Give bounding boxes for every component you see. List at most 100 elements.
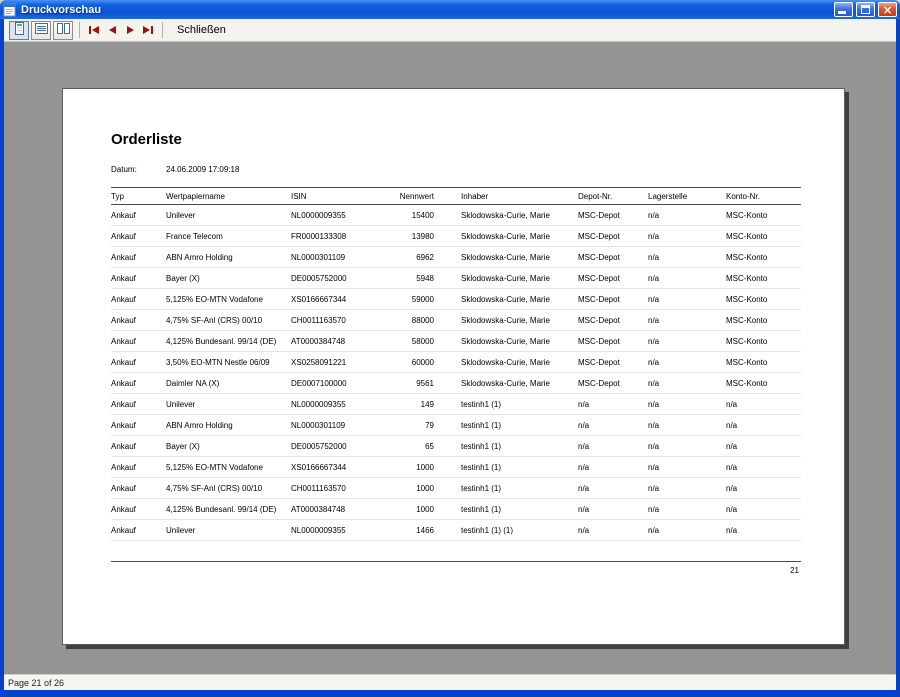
table-cell: 9561 [391, 373, 461, 394]
table-cell: MSC-Depot [578, 226, 648, 247]
table-cell: 6962 [391, 247, 461, 268]
table-cell: n/a [726, 394, 801, 415]
previous-page-button[interactable] [104, 21, 120, 40]
close-button[interactable]: × [878, 2, 897, 17]
whole-page-view-button[interactable] [9, 21, 29, 40]
table-cell: XS0166667344 [291, 289, 391, 310]
table-cell: DE0005752000 [291, 268, 391, 289]
table-cell: Unilever [166, 520, 291, 541]
table-cell: ABN Amro Holding [166, 247, 291, 268]
table-cell: 79 [391, 415, 461, 436]
table-row: Ankauf4,125% Bundesanl. 99/14 (DE)AT0000… [111, 331, 801, 352]
table-cell: n/a [726, 478, 801, 499]
table-cell: n/a [648, 394, 726, 415]
table-cell: n/a [648, 310, 726, 331]
minimize-icon [838, 11, 846, 14]
table-cell: n/a [578, 415, 648, 436]
table-cell: MSC-Depot [578, 268, 648, 289]
previous-page-icon [109, 26, 116, 34]
table-row: AnkaufABN Amro HoldingNL000030110979test… [111, 415, 801, 436]
table-cell: n/a [648, 478, 726, 499]
two-page-view-button[interactable] [53, 21, 73, 40]
table-cell: testinh1 (1) [461, 478, 578, 499]
table-cell: NL0000009355 [291, 205, 391, 226]
table-cell: MSC-Depot [578, 289, 648, 310]
table-cell: NL0000009355 [291, 520, 391, 541]
table-cell: 4,125% Bundesanl. 99/14 (DE) [166, 331, 291, 352]
table-cell: testinh1 (1) [461, 457, 578, 478]
table-body: AnkaufUnileverNL000000935515400Sklodowsk… [111, 205, 801, 541]
table-cell: Ankauf [111, 310, 166, 331]
table-row: Ankauf4,75% SF-Anl (CRS) 00/10CH00111635… [111, 478, 801, 499]
column-header: Konto-Nr. [726, 188, 801, 205]
table-cell: n/a [648, 205, 726, 226]
table-cell: Ankauf [111, 478, 166, 499]
table-cell: DE0005752000 [291, 436, 391, 457]
table-cell: n/a [648, 331, 726, 352]
table-cell: MSC-Depot [578, 310, 648, 331]
first-page-button[interactable] [86, 21, 102, 40]
table-cell: MSC-Depot [578, 352, 648, 373]
table-cell: testinh1 (1) (1) [461, 520, 578, 541]
maximize-button[interactable] [856, 2, 875, 17]
table-row: AnkaufUnileverNL00000093551466testinh1 (… [111, 520, 801, 541]
report-page-number: 21 [111, 562, 801, 575]
close-icon: × [882, 4, 892, 16]
table-cell: XS0166667344 [291, 457, 391, 478]
table-cell: n/a [648, 457, 726, 478]
minimize-button[interactable] [834, 2, 853, 17]
column-header: Depot-Nr. [578, 188, 648, 205]
table-cell: Sklodowska-Curie, Marie [461, 331, 578, 352]
page-width-view-button[interactable] [31, 21, 51, 40]
table-cell: 4,75% SF-Anl (CRS) 00/10 [166, 478, 291, 499]
table-cell: Ankauf [111, 373, 166, 394]
table-cell: MSC-Konto [726, 226, 801, 247]
table-cell: n/a [578, 394, 648, 415]
table-cell: Bayer (X) [166, 268, 291, 289]
table-cell: 5948 [391, 268, 461, 289]
table-cell: Sklodowska-Curie, Marie [461, 226, 578, 247]
report-title: Orderliste [111, 131, 799, 148]
table-cell: n/a [648, 373, 726, 394]
next-page-button[interactable] [122, 21, 138, 40]
table-cell: n/a [726, 457, 801, 478]
table-cell: 65 [391, 436, 461, 457]
close-preview-button[interactable]: Schließen [171, 24, 232, 36]
table-cell: MSC-Depot [578, 205, 648, 226]
table-cell: AT0000384748 [291, 331, 391, 352]
table-cell: Sklodowska-Curie, Marie [461, 205, 578, 226]
table-cell: MSC-Konto [726, 310, 801, 331]
next-page-icon [127, 26, 134, 34]
table-cell: 5,125% EO-MTN Vodafone [166, 289, 291, 310]
table-cell: Sklodowska-Curie, Marie [461, 310, 578, 331]
table-cell: n/a [578, 478, 648, 499]
table-cell: Ankauf [111, 247, 166, 268]
table-row: Ankauf5,125% EO-MTN VodafoneXS0166667344… [111, 289, 801, 310]
table-cell: ABN Amro Holding [166, 415, 291, 436]
table-cell: Sklodowska-Curie, Marie [461, 247, 578, 268]
table-cell: n/a [648, 352, 726, 373]
table-cell: 1000 [391, 478, 461, 499]
table-cell: MSC-Konto [726, 352, 801, 373]
maximize-icon [861, 5, 870, 14]
table-cell: MSC-Depot [578, 247, 648, 268]
last-page-button[interactable] [140, 21, 156, 40]
table-cell: Ankauf [111, 226, 166, 247]
report-date-label: Datum: [111, 165, 166, 174]
status-bar: Page 21 of 26 [4, 674, 896, 690]
column-header: Lagerstelle [648, 188, 726, 205]
table-cell: testinh1 (1) [461, 436, 578, 457]
table-cell: MSC-Konto [726, 289, 801, 310]
table-cell: n/a [648, 436, 726, 457]
table-cell: Daimler NA (X) [166, 373, 291, 394]
table-cell: CH0011163570 [291, 310, 391, 331]
titlebar[interactable]: Druckvorschau × [0, 0, 900, 19]
table-cell: n/a [648, 520, 726, 541]
table-cell: Ankauf [111, 415, 166, 436]
toolbar-separator [79, 22, 80, 38]
column-header: Inhaber [461, 188, 578, 205]
table-cell: n/a [648, 247, 726, 268]
table-cell: n/a [648, 226, 726, 247]
table-row: AnkaufABN Amro HoldingNL00003011096962Sk… [111, 247, 801, 268]
table-cell: 1466 [391, 520, 461, 541]
